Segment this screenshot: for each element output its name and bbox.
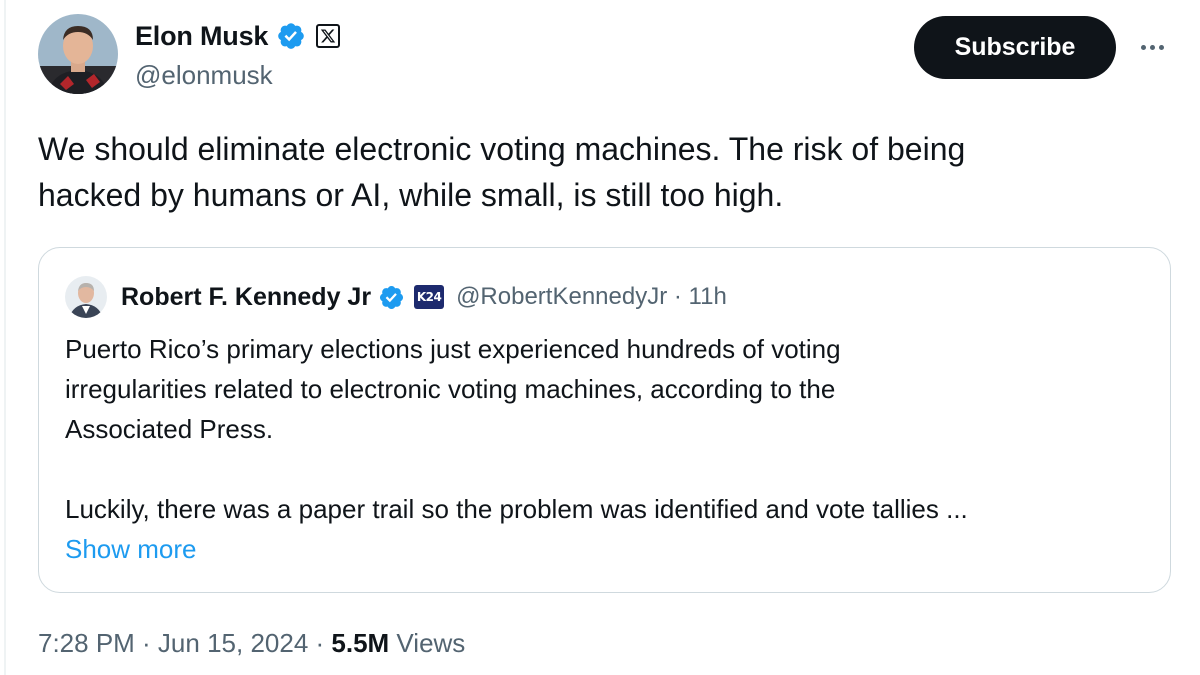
verified-badge-icon[interactable] <box>276 21 306 51</box>
author-handle[interactable]: @elonmusk <box>135 60 273 91</box>
views-label: Views <box>389 628 466 658</box>
views-count[interactable]: 5.5M <box>331 628 389 658</box>
quoted-tweet-text: Puerto Rico’s primary elections just exp… <box>65 329 1155 569</box>
verified-badge-icon[interactable] <box>378 284 405 311</box>
tweet-text: We should eliminate electronic voting ma… <box>38 126 1138 218</box>
x-logo-icon[interactable] <box>316 24 341 48</box>
quoted-author-name[interactable]: Robert F. Kennedy Jr <box>121 283 371 312</box>
quoted-text-line: Luckily, there was a paper trail so the … <box>65 494 968 524</box>
more-dot <box>1140 44 1146 50</box>
more-dot <box>1158 44 1164 50</box>
timeline-border <box>4 0 6 675</box>
campaign-badge-icon[interactable]: K24 <box>414 285 445 309</box>
more-horizontal-icon[interactable] <box>1136 32 1168 62</box>
quoted-text-line: Associated Press. <box>65 414 274 444</box>
tweet-metadata: 7:28 PM · Jun 15, 2024 · 5.5M Views <box>38 628 465 659</box>
quoted-author-avatar[interactable] <box>65 276 107 318</box>
tweet-header: Elon Musk @elonmusk Subscribe <box>38 14 1178 98</box>
quoted-text-line: irregularities related to electronic vot… <box>65 374 836 404</box>
tweet-text-line: We should eliminate electronic voting ma… <box>38 131 966 167</box>
quoted-tweet-header: Robert F. Kennedy Jr K24 @RobertKennedyJ… <box>65 276 727 318</box>
show-more-link[interactable]: Show more <box>65 529 1155 569</box>
subscribe-button[interactable]: Subscribe <box>914 16 1116 79</box>
quoted-handle-time[interactable]: @RobertKennedyJr · 11h <box>456 283 727 311</box>
tweet-text-line: hacked by humans or AI, while small, is … <box>38 177 784 213</box>
quoted-text-line: Puerto Rico’s primary elections just exp… <box>65 334 841 364</box>
tweet-timestamp[interactable]: 7:28 PM · Jun 15, 2024 · <box>38 628 331 658</box>
author-display-name[interactable]: Elon Musk <box>135 21 268 52</box>
more-dot <box>1149 44 1155 50</box>
campaign-badge-text: K24 <box>416 290 442 304</box>
author-name-row: Elon Musk <box>135 18 341 54</box>
quoted-tweet-card[interactable]: Robert F. Kennedy Jr K24 @RobertKennedyJ… <box>38 247 1171 593</box>
author-avatar[interactable] <box>38 14 118 94</box>
